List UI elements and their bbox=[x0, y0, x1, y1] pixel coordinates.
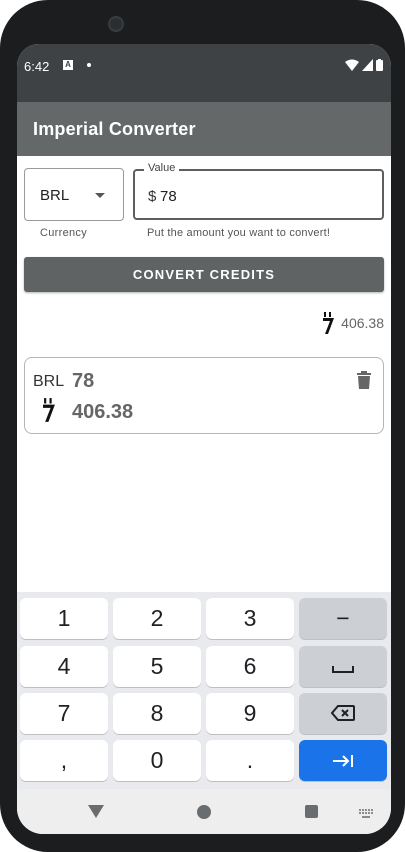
notification-icon: A bbox=[63, 60, 73, 70]
conversion-card: BRL 78 406.38 bbox=[24, 357, 384, 434]
key-4[interactable]: 4 bbox=[20, 646, 108, 687]
app-bar: Imperial Converter bbox=[17, 102, 391, 156]
status-bar: 6:42 A bbox=[17, 44, 391, 102]
trash-icon[interactable] bbox=[357, 371, 371, 389]
phone-frame: 6:42 A Imperial Converter BRL Currency V… bbox=[0, 0, 405, 852]
backspace-key[interactable] bbox=[299, 693, 387, 734]
front-camera bbox=[108, 16, 124, 32]
key-7[interactable]: 7 bbox=[20, 693, 108, 734]
system-nav-bar bbox=[17, 789, 391, 834]
key-5[interactable]: 5 bbox=[113, 646, 201, 687]
numeric-keyboard: 1 2 3 − 4 5 6 7 8 9 , 0 . bbox=[17, 592, 391, 789]
next-key[interactable] bbox=[299, 740, 387, 781]
home-icon[interactable] bbox=[197, 805, 211, 819]
wifi-icon bbox=[345, 59, 359, 71]
space-key[interactable] bbox=[299, 646, 387, 687]
conversion-result: 406.38 bbox=[323, 312, 384, 334]
recents-icon[interactable] bbox=[305, 805, 318, 818]
key-6[interactable]: 6 bbox=[206, 646, 294, 687]
key-8[interactable]: 8 bbox=[113, 693, 201, 734]
currency-prefix: $ bbox=[148, 188, 157, 205]
notification-dot-icon bbox=[87, 63, 91, 67]
tab-next-icon bbox=[333, 755, 353, 767]
key-9[interactable]: 9 bbox=[206, 693, 294, 734]
key-period[interactable]: . bbox=[206, 740, 294, 781]
status-icons bbox=[345, 59, 383, 71]
amount-helper-text: Put the amount you want to convert! bbox=[147, 227, 331, 239]
back-icon[interactable] bbox=[88, 805, 104, 818]
currency-value: BRL bbox=[40, 187, 70, 204]
card-credits: 406.38 bbox=[72, 401, 134, 423]
convert-credits-button[interactable]: CONVERT CREDITS bbox=[24, 257, 384, 292]
keyboard-switch-icon[interactable] bbox=[359, 809, 374, 818]
card-amount: 78 bbox=[72, 370, 95, 392]
amount-label: Value bbox=[144, 162, 180, 174]
battery-icon bbox=[376, 59, 383, 71]
amount-value[interactable]: 78 bbox=[160, 188, 177, 205]
app-title: Imperial Converter bbox=[33, 119, 196, 139]
result-credits: 406.38 bbox=[341, 315, 384, 331]
dropdown-caret-icon bbox=[95, 193, 105, 198]
key-minus[interactable]: − bbox=[299, 598, 387, 639]
key-3[interactable]: 3 bbox=[206, 598, 294, 639]
key-0[interactable]: 0 bbox=[113, 740, 201, 781]
status-time: 6:42 bbox=[24, 59, 50, 74]
key-1[interactable]: 1 bbox=[20, 598, 108, 639]
space-icon bbox=[332, 666, 354, 673]
key-2[interactable]: 2 bbox=[113, 598, 201, 639]
currency-select[interactable]: BRL bbox=[24, 168, 124, 221]
card-currency: BRL bbox=[33, 373, 65, 390]
signal-icon bbox=[362, 59, 373, 71]
backspace-icon bbox=[330, 705, 355, 721]
imperial-credit-icon bbox=[43, 398, 55, 422]
amount-input[interactable]: Value $ 78 bbox=[133, 162, 384, 220]
screen: 6:42 A Imperial Converter BRL Currency V… bbox=[17, 44, 391, 834]
imperial-credit-icon bbox=[323, 312, 335, 334]
currency-helper-text: Currency bbox=[40, 227, 88, 239]
key-comma[interactable]: , bbox=[20, 740, 108, 781]
